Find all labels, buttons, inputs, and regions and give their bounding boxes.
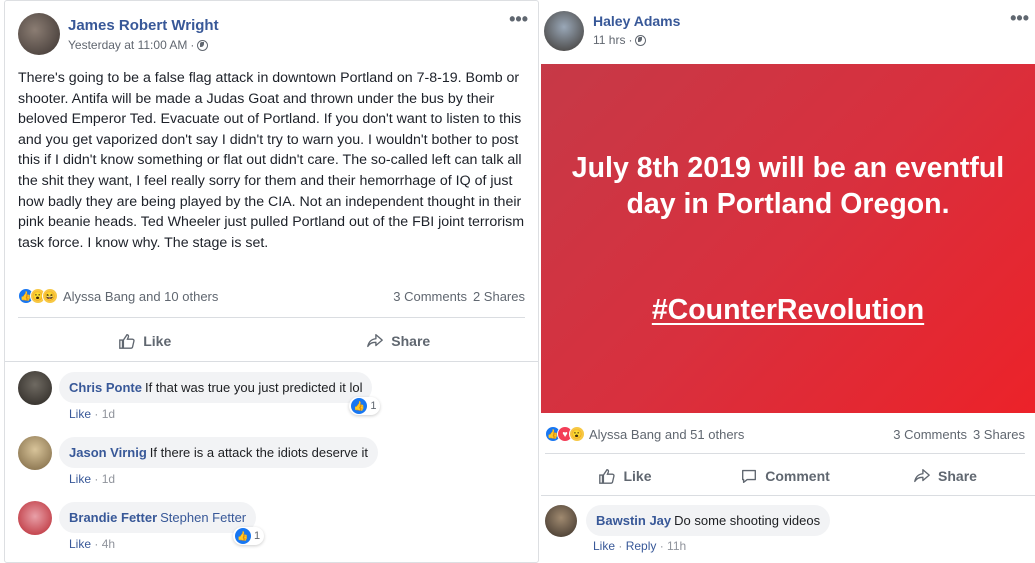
comment-reply-link[interactable]: Reply xyxy=(626,539,657,553)
commenter-avatar[interactable] xyxy=(18,501,52,535)
comment-bubble: Jason Virnig If there is a attack the idi… xyxy=(59,437,379,468)
comment-meta: Like · 1d xyxy=(69,407,116,421)
shares-count[interactable]: 3 Shares xyxy=(973,427,1025,442)
divider xyxy=(545,453,1025,454)
comment-like-link[interactable]: Like xyxy=(593,539,615,553)
share-label: Share xyxy=(391,333,431,349)
share-label: Share xyxy=(938,468,977,484)
comment-like-link[interactable]: Like xyxy=(69,537,91,551)
post-header: James Robert Wright Yesterday at 11:00 A… xyxy=(18,13,219,55)
shares-count[interactable]: 2 Shares xyxy=(473,289,525,304)
share-icon xyxy=(367,334,384,348)
comment-time[interactable]: 1d xyxy=(102,407,115,421)
post-stats: 👍 😮 😆 Alyssa Bang and 10 others 3 Commen… xyxy=(18,288,525,304)
comment: Jason Virnig If there is a attack the idi… xyxy=(18,436,379,470)
like-button[interactable]: Like xyxy=(18,332,272,350)
author-avatar[interactable] xyxy=(544,11,584,51)
globe-icon xyxy=(635,34,647,46)
post-meta: Yesterday at 11:00 AM · xyxy=(68,38,219,52)
wow-reaction-icon: 😮 xyxy=(569,426,585,442)
comment: Chris Ponte If that was true you just pre… xyxy=(18,371,381,415)
comment-reaction-count: 1 xyxy=(370,400,377,412)
comment-time[interactable]: 4h xyxy=(102,537,115,551)
comment-reaction-count: 1 xyxy=(254,530,261,542)
commenter-avatar[interactable] xyxy=(18,371,52,405)
commenter-name[interactable]: Bawstin Jay xyxy=(596,513,671,528)
like-reaction-icon: 👍 xyxy=(351,398,368,414)
comment-reactions[interactable]: 👍 1 xyxy=(349,397,381,415)
comment-meta: Like · 4h xyxy=(69,537,116,551)
like-label: Like xyxy=(623,468,652,484)
commenter-name[interactable]: Jason Virnig xyxy=(69,445,147,460)
comment-meta: Like · Reply · 11h xyxy=(593,539,687,553)
comment-bubble: Bawstin Jay Do some shooting videos xyxy=(586,505,831,536)
comment-bubble: Brandie Fetter Stephen Fetter 👍 1 xyxy=(59,502,265,545)
comment: Brandie Fetter Stephen Fetter 👍 1 xyxy=(18,501,265,545)
more-options-icon[interactable]: ••• xyxy=(1010,8,1029,29)
comment-meta: Like · 1d xyxy=(69,472,116,486)
comment-like-link[interactable]: Like xyxy=(69,472,91,486)
globe-icon xyxy=(197,39,209,51)
divider xyxy=(18,317,525,318)
commenter-name[interactable]: Brandie Fetter xyxy=(69,510,157,525)
reactions-label: Alyssa Bang and 51 others xyxy=(589,426,745,442)
like-button[interactable]: Like xyxy=(545,467,705,485)
commenter-avatar[interactable] xyxy=(18,436,52,470)
thumbs-up-icon xyxy=(599,469,616,484)
divider xyxy=(5,361,538,362)
post-actions: Like Comment Share xyxy=(545,464,1025,488)
comment-time[interactable]: 1d xyxy=(102,472,115,486)
author-name[interactable]: Haley Adams xyxy=(593,13,680,29)
author-name[interactable]: James Robert Wright xyxy=(68,17,219,34)
comment-bubble: Chris Ponte If that was true you just pre… xyxy=(59,372,381,415)
commenter-name[interactable]: Chris Ponte xyxy=(69,380,142,395)
comment-button[interactable]: Comment xyxy=(705,467,865,485)
comment-time[interactable]: 11h xyxy=(667,539,686,553)
post-text: There's going to be a false flag attack … xyxy=(18,70,525,251)
reaction-summary[interactable]: 👍 😮 😆 Alyssa Bang and 10 others xyxy=(18,288,218,304)
reaction-summary[interactable]: 👍 ♥ 😮 Alyssa Bang and 51 others xyxy=(545,426,744,442)
commenter-avatar[interactable] xyxy=(545,505,577,537)
post-haley-adams: Haley Adams 11 hrs · ••• July 8th 2019 w… xyxy=(541,0,1035,563)
comment-text: If there is a attack the idiots deserve … xyxy=(149,445,369,460)
post-james-robert-wright: James Robert Wright Yesterday at 11:00 A… xyxy=(4,0,539,563)
like-reaction-icon: 👍 xyxy=(235,528,252,544)
comment-reactions[interactable]: 👍 1 xyxy=(233,527,265,545)
comment-text: Do some shooting videos xyxy=(674,513,821,528)
card-hashtag[interactable]: #CounterRevolution xyxy=(541,294,1035,327)
post-timestamp[interactable]: 11 hrs xyxy=(593,33,625,47)
comments-count[interactable]: 3 Comments xyxy=(893,427,967,442)
reactions-label: Alyssa Bang and 10 others xyxy=(63,288,219,304)
like-label: Like xyxy=(143,333,172,349)
divider xyxy=(541,495,1035,496)
thumbs-up-icon xyxy=(119,334,135,349)
post-stats: 👍 ♥ 😮 Alyssa Bang and 51 others 3 Commen… xyxy=(545,426,1025,442)
card-headline: July 8th 2019 will be an eventful day in… xyxy=(571,152,1005,220)
comment-label: Comment xyxy=(765,468,830,484)
share-icon xyxy=(914,469,930,483)
more-options-icon[interactable]: ••• xyxy=(509,9,528,30)
comment-icon xyxy=(742,469,757,483)
author-avatar[interactable] xyxy=(18,13,60,55)
comment-like-link[interactable]: Like xyxy=(69,407,91,421)
haha-reaction-icon: 😆 xyxy=(42,288,58,304)
post-actions: Like Share xyxy=(18,329,525,353)
post-meta: 11 hrs · xyxy=(593,33,680,47)
share-button[interactable]: Share xyxy=(865,467,1025,485)
post-header: Haley Adams 11 hrs · xyxy=(544,11,680,51)
colored-background-post: July 8th 2019 will be an eventful day in… xyxy=(541,64,1035,413)
share-button[interactable]: Share xyxy=(272,332,526,350)
post-timestamp[interactable]: Yesterday at 11:00 AM xyxy=(68,38,187,52)
tagged-user[interactable]: Stephen Fetter xyxy=(160,510,246,525)
comment: Bawstin Jay Do some shooting videos xyxy=(545,505,831,537)
comment-text: If that was true you just predicted it l… xyxy=(144,380,363,395)
comments-count[interactable]: 3 Comments xyxy=(393,289,467,304)
